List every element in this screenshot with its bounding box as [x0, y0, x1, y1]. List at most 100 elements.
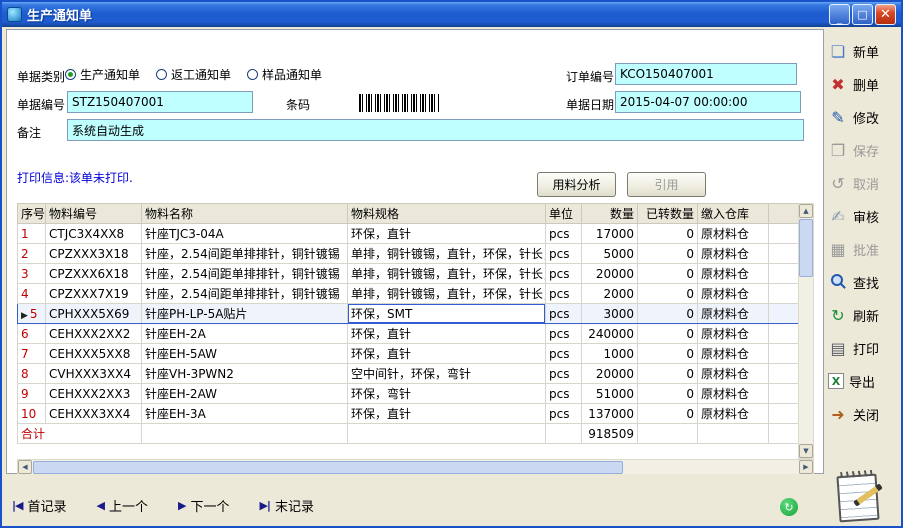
material-analysis-button[interactable]: 用料分析 [537, 172, 616, 197]
col-warehouse[interactable]: 缴入仓库 [698, 204, 769, 224]
sidebar-button-label: 刷新 [853, 306, 879, 325]
cell-spec: 环保，直针 [348, 404, 546, 424]
sidebar-button-label: 新单 [853, 42, 879, 61]
sidebar-button-label: 取消 [853, 174, 879, 193]
radio-option[interactable]: 返工通知单 [156, 66, 231, 83]
cell-filler [769, 404, 799, 424]
next-record-icon: ▶ [178, 499, 185, 512]
table-row[interactable]: 1CTJC3X4XX8针座TJC3-04A环保，直针pcs170000原材料仓 [18, 224, 799, 244]
radio-option[interactable]: 样品通知单 [247, 66, 322, 83]
col-spec[interactable]: 物料规格 [348, 204, 546, 224]
sidebar-button-delete-doc[interactable]: ✖删单 [828, 70, 902, 98]
sidebar-button-export[interactable]: X导出 [828, 367, 902, 395]
cell-code: CPZXXX6X18 [46, 264, 142, 284]
sidebar-button-cancel[interactable]: ↺ 取消 [828, 169, 902, 197]
cell-transferred: 0 [638, 284, 698, 304]
sidebar-button-label: 审核 [853, 207, 879, 226]
cell-filler [769, 304, 799, 324]
scroll-left-icon[interactable]: ◀ [18, 460, 32, 474]
col-code[interactable]: 物料编号 [46, 204, 142, 224]
remark-input[interactable] [67, 119, 804, 141]
table-row[interactable]: 2CPZXXX3X18针座，2.54间距单排排针，铜针镀锡单排，铜针镀锡，直针，… [18, 244, 799, 264]
radio-label: 样品通知单 [262, 66, 322, 83]
horizontal-scroll-thumb[interactable] [33, 461, 623, 474]
doc-date-input[interactable] [615, 91, 801, 113]
order-no-input[interactable] [615, 63, 797, 85]
table-row[interactable]: 5CPHXXX5X69针座PH-LP-5A贴片环保，SMTpcs30000原材料… [18, 304, 799, 324]
quote-button[interactable]: 引用 [627, 172, 706, 197]
cell-warehouse: 原材料仓 [698, 344, 769, 364]
cell-name: 针座，2.54间距单排排针，铜针镀锡 [142, 244, 348, 264]
sidebar-button-close-app[interactable]: ➜关闭 [828, 400, 902, 428]
material-table-body: 1CTJC3X4XX8针座TJC3-04A环保，直针pcs170000原材料仓2… [18, 224, 799, 444]
new-doc-icon: ❏ [828, 41, 848, 61]
sidebar-button-find[interactable]: 查找 [828, 268, 902, 296]
scroll-up-icon[interactable]: ▲ [799, 204, 813, 218]
sync-icon[interactable]: ↻ [780, 498, 798, 516]
cell-warehouse: 原材料仓 [698, 304, 769, 324]
sidebar-button-approve[interactable]: ▦批准 [828, 235, 902, 263]
nav-prev-record[interactable]: ◀上一个 [97, 496, 148, 515]
table-horizontal-scrollbar[interactable]: ◀ ▶ [17, 459, 814, 475]
table-row[interactable]: 9CEHXXX2XX3针座EH-2AW环保，弯针pcs510000原材料仓 [18, 384, 799, 404]
table-header-row: 序号 物料编号 物料名称 物料规格 单位 数量 已转数量 缴入仓库 [18, 204, 799, 224]
close-icon[interactable]: ✕ [875, 4, 896, 25]
col-seq[interactable]: 序号 [18, 204, 46, 224]
col-unit[interactable]: 单位 [546, 204, 582, 224]
cell-transferred: 0 [638, 244, 698, 264]
table-row[interactable]: 10CEHXXX3XX4针座EH-3A环保，直针pcs1370000原材料仓 [18, 404, 799, 424]
refresh-icon: ↻ [828, 305, 848, 325]
scroll-right-icon[interactable]: ▶ [799, 460, 813, 474]
cell-code: CEHXXX2XX2 [46, 324, 142, 344]
table-vertical-scrollbar[interactable]: ▲ ▼ [798, 203, 814, 459]
table-row[interactable]: 3CPZXXX6X18针座，2.54间距单排排针，铜针镀锡单排，铜针镀锡，直针，… [18, 264, 799, 284]
sidebar-button-new-doc[interactable]: ❏ 新单 [828, 37, 902, 65]
col-name[interactable]: 物料名称 [142, 204, 348, 224]
prev-record-icon: ◀ [97, 499, 104, 512]
cell-transferred: 0 [638, 344, 698, 364]
sidebar-button-edit[interactable]: ✎修改 [828, 103, 902, 131]
cell-qty: 2000 [582, 284, 638, 304]
cell-unit: pcs [546, 264, 582, 284]
sidebar-button-refresh[interactable]: ↻ 刷新 [828, 301, 902, 329]
sidebar-button-label: 批准 [853, 240, 879, 259]
sidebar-button-audit[interactable]: ✍审核 [828, 202, 902, 230]
doc-no-input[interactable] [67, 91, 253, 113]
cell-name: 针座PH-LP-5A贴片 [142, 304, 348, 324]
scroll-down-icon[interactable]: ▼ [799, 444, 813, 458]
nav-next-record[interactable]: ▶ 下一个 [178, 496, 229, 515]
cell-warehouse: 原材料仓 [698, 404, 769, 424]
category-radio-group: 生产通知单返工通知单 样品通知单 [65, 65, 322, 83]
table-row[interactable]: 4CPZXXX7X19针座，2.54间距单排排针，铜针镀锡单排，铜针镀锡，直针，… [18, 284, 799, 304]
cell-filler [769, 224, 799, 244]
cell-filler [769, 384, 799, 404]
table-row[interactable]: 6CEHXXX2XX2针座EH-2A环保，直针pcs2400000原材料仓 [18, 324, 799, 344]
cell-unit: pcs [546, 404, 582, 424]
cell-qty: 5000 [582, 244, 638, 264]
cell-transferred: 0 [638, 264, 698, 284]
cell-transferred: 0 [638, 304, 698, 324]
nav-label: 下一个 [190, 496, 229, 515]
radio-option[interactable]: 生产通知单 [65, 66, 140, 83]
cell-code: CPHXXX5X69 [46, 304, 142, 324]
bottom-bar: |◀首记录 ◀上一个 ▶ 下一个 ▶|末记录 ↻ [2, 474, 901, 526]
col-transferred[interactable]: 已转数量 [638, 204, 698, 224]
cancel-icon: ↺ [828, 173, 848, 193]
sidebar-button-save[interactable]: ❒保存 [828, 136, 902, 164]
cell-filler [769, 324, 799, 344]
nav-first-record[interactable]: |◀首记录 [12, 496, 67, 515]
minimize-icon[interactable]: _ [829, 4, 850, 25]
find-icon [828, 272, 848, 292]
cell-code: CVHXXX3XX4 [46, 364, 142, 384]
sidebar-button-print[interactable]: ▤ 打印 [828, 334, 902, 362]
barcode-image [359, 94, 439, 112]
maximize-icon[interactable]: □ [852, 4, 873, 25]
sidebar-button-label: 打印 [853, 339, 879, 358]
nav-last-record[interactable]: ▶|末记录 [259, 496, 314, 515]
vertical-scroll-thumb[interactable] [799, 219, 813, 277]
print-icon: ▤ [828, 338, 848, 358]
table-row[interactable]: 8CVHXXX3XX4针座VH-3PWN2空中间针，环保，弯针pcs200000… [18, 364, 799, 384]
cell-spec: 环保，弯针 [348, 384, 546, 404]
table-row[interactable]: 7CEHXXX5XX8针座EH-5AW环保，直针pcs10000原材料仓 [18, 344, 799, 364]
col-qty[interactable]: 数量 [582, 204, 638, 224]
